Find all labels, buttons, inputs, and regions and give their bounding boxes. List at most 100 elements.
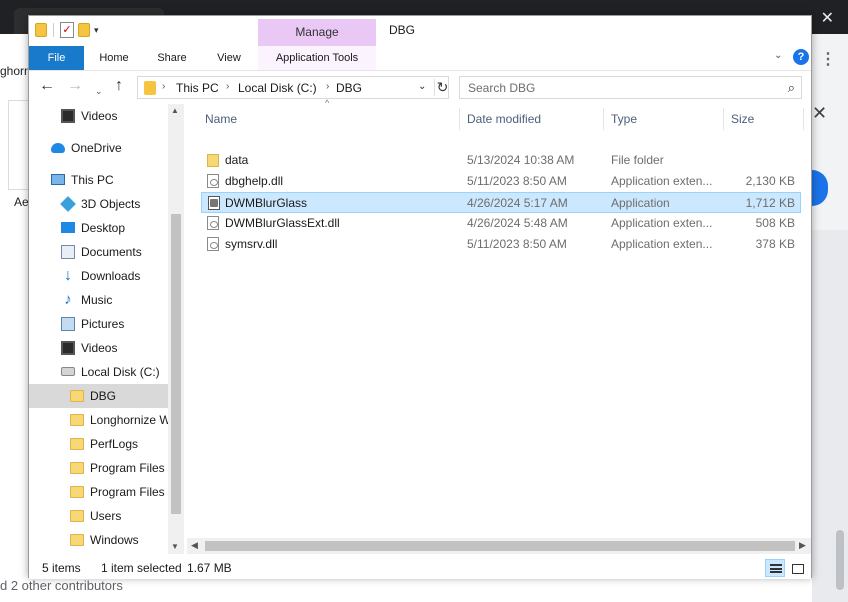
nav-item-desktop[interactable]: Desktop xyxy=(61,216,125,240)
help-icon[interactable]: ? xyxy=(793,49,809,65)
breadcrumb-separator-icon[interactable]: › xyxy=(162,81,165,92)
file-list: ^ Name Date modified Type Size data 5/13… xyxy=(187,98,811,554)
address-dropdown-icon[interactable]: ⌄ xyxy=(418,81,426,92)
nav-item-perflogs[interactable]: PerfLogs xyxy=(70,432,138,456)
tab-file[interactable]: File xyxy=(29,46,84,70)
background-more-icon[interactable]: ⋮ xyxy=(820,52,836,68)
nav-item-label: PerfLogs xyxy=(90,437,139,451)
background-text: ghorn xyxy=(0,64,31,78)
nav-item-local-disk[interactable]: Local Disk (C:) xyxy=(61,360,160,384)
details-view-button[interactable] xyxy=(765,559,785,577)
file-size: 2,130 KB xyxy=(745,174,795,188)
customize-toolbar-icon[interactable]: ▾ xyxy=(94,25,99,36)
file-size: 1,712 KB xyxy=(745,196,795,210)
navigation-pane-scrollbar[interactable]: ▲ ▼ xyxy=(168,104,184,554)
scrollbar-thumb[interactable] xyxy=(171,214,181,514)
nav-item-windows[interactable]: Windows xyxy=(70,528,139,552)
scroll-up-icon[interactable]: ▲ xyxy=(171,106,179,115)
tab-view[interactable]: View xyxy=(207,46,251,70)
properties-icon[interactable]: ✓ xyxy=(60,22,74,38)
nav-item-dbg[interactable]: DBG xyxy=(29,384,168,408)
file-row[interactable]: symsrv.dll 5/11/2023 8:50 AM Application… xyxy=(201,234,801,255)
nav-item-users[interactable]: Users xyxy=(70,504,121,528)
column-divider[interactable] xyxy=(459,108,460,130)
address-bar[interactable]: › This PC › Local Disk (C:) › DBG ⌄ ↻ xyxy=(137,76,449,99)
nav-item-label: Program Files ( xyxy=(90,485,173,499)
column-divider[interactable] xyxy=(803,108,804,130)
folder-icon xyxy=(70,533,84,546)
column-header-date-modified[interactable]: Date modified xyxy=(467,109,541,129)
nav-item-label: Longhornize W xyxy=(90,413,171,427)
scroll-right-icon[interactable]: ▶ xyxy=(799,540,806,551)
nav-item-videos-2[interactable]: Videos xyxy=(61,336,117,360)
recent-locations-icon[interactable]: ⌄ xyxy=(95,83,103,99)
tab-manage[interactable]: Manage xyxy=(258,19,376,46)
nav-item-music[interactable]: ♪ Music xyxy=(61,288,112,312)
file-row[interactable]: DWMBlurGlassExt.dll 4/26/2024 5:48 AM Ap… xyxy=(201,213,801,234)
search-box[interactable]: Search DBG ⌕ xyxy=(459,76,802,99)
tab-home[interactable]: Home xyxy=(89,46,139,70)
back-arrow-icon[interactable]: ← xyxy=(39,78,55,94)
file-row[interactable]: dbghelp.dll 5/11/2023 8:50 AM Applicatio… xyxy=(201,171,801,192)
folder-icon xyxy=(35,23,47,37)
nav-item-program-files[interactable]: Program Files xyxy=(70,456,165,480)
horizontal-scrollbar[interactable]: ◀ ▶ xyxy=(187,538,811,554)
desktop-icon xyxy=(61,222,75,234)
quick-access-toolbar: ✓ ▾ xyxy=(35,22,99,38)
up-arrow-icon[interactable]: ↑ xyxy=(115,78,123,94)
tab-application-tools[interactable]: Application Tools xyxy=(258,46,376,70)
breadcrumb-this-pc[interactable]: This PC xyxy=(176,81,219,95)
large-icons-view-button[interactable] xyxy=(787,559,807,577)
nav-item-longhornize[interactable]: Longhornize W xyxy=(70,408,171,432)
forward-arrow-icon[interactable]: → xyxy=(67,78,83,94)
scrollbar-thumb[interactable] xyxy=(205,541,795,551)
nav-item-label: Program Files xyxy=(90,461,165,475)
expand-ribbon-icon[interactable]: ⌄ xyxy=(774,50,782,61)
column-header-name[interactable]: Name xyxy=(205,109,237,129)
folder-icon xyxy=(70,509,84,522)
breadcrumb-dbg[interactable]: DBG xyxy=(336,81,362,95)
file-name: dbghelp.dll xyxy=(225,174,284,188)
nav-item-label: Local Disk (C:) xyxy=(81,365,160,379)
file-size: 378 KB xyxy=(755,237,795,251)
nav-item-videos[interactable]: Videos xyxy=(61,104,117,128)
dll-file-icon xyxy=(207,216,219,230)
pictures-icon xyxy=(61,316,75,331)
breadcrumb-separator-icon[interactable]: › xyxy=(326,81,329,92)
file-row[interactable]: data 5/13/2024 10:38 AM File folder xyxy=(201,150,801,171)
column-header-size[interactable]: Size xyxy=(731,109,754,129)
new-folder-icon[interactable] xyxy=(78,23,90,37)
tab-share[interactable]: Share xyxy=(145,46,199,70)
cloud-icon xyxy=(51,142,65,153)
file-row-selected[interactable]: DWMBlurGlass 4/26/2024 5:17 AM Applicati… xyxy=(201,192,801,213)
nav-item-onedrive[interactable]: OneDrive xyxy=(51,136,122,160)
background-close-panel-icon[interactable]: ✕ xyxy=(812,103,827,124)
file-date: 4/26/2024 5:17 AM xyxy=(467,196,568,210)
nav-item-program-files-x86[interactable]: Program Files ( xyxy=(70,480,172,504)
nav-item-3d-objects[interactable]: 3D Objects xyxy=(60,192,140,216)
scroll-left-icon[interactable]: ◀ xyxy=(191,540,198,551)
file-type: Application exten... xyxy=(611,216,713,230)
nav-item-downloads[interactable]: ↓ Downloads xyxy=(61,264,140,288)
file-date: 5/13/2024 10:38 AM xyxy=(467,153,575,167)
nav-item-documents[interactable]: Documents xyxy=(61,240,142,264)
file-name: DWMBlurGlass xyxy=(225,196,308,210)
column-divider[interactable] xyxy=(723,108,724,130)
refresh-icon[interactable]: ↻ xyxy=(434,79,450,96)
search-icon[interactable]: ⌕ xyxy=(788,80,795,96)
toolbar-divider xyxy=(53,23,54,37)
background-close-icon[interactable]: ✕ xyxy=(821,8,834,28)
column-header-type[interactable]: Type xyxy=(611,109,637,129)
scroll-down-icon[interactable]: ▼ xyxy=(171,542,179,551)
file-type: File folder xyxy=(611,153,664,167)
window-title: DBG xyxy=(389,23,416,37)
column-divider[interactable] xyxy=(603,108,604,130)
breadcrumb-local-disk[interactable]: Local Disk (C:) xyxy=(238,81,317,95)
nav-item-this-pc[interactable]: This PC xyxy=(51,168,114,192)
search-input[interactable]: Search DBG xyxy=(468,81,535,95)
background-scrollbar[interactable] xyxy=(836,530,844,590)
folder-icon xyxy=(70,413,84,426)
large-icons-view-icon xyxy=(792,564,804,574)
breadcrumb-separator-icon[interactable]: › xyxy=(226,81,229,92)
nav-item-pictures[interactable]: Pictures xyxy=(61,312,124,336)
